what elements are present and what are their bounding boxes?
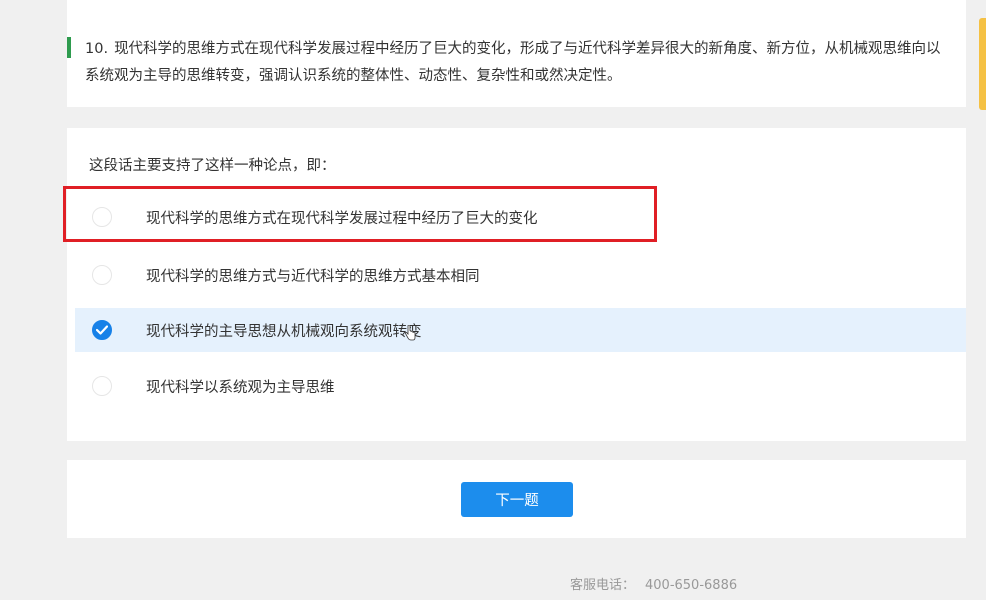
footer-contact: 客服电话： 400-650-6886 bbox=[570, 574, 737, 593]
question-accent-bar bbox=[67, 37, 71, 58]
radio-checked-icon[interactable] bbox=[92, 320, 112, 340]
radio-unchecked-icon[interactable] bbox=[92, 376, 112, 396]
option-label: 现代科学的主导思想从机械观向系统观转变 bbox=[146, 323, 422, 340]
radio-unchecked-icon[interactable] bbox=[92, 207, 112, 227]
question-text-block: 10. 现代科学的思维方式在现代科学发展过程中经历了巨大的变化，形成了与近代科学差… bbox=[85, 36, 955, 90]
mouse-cursor-icon bbox=[404, 325, 416, 341]
footer-phone: 400-650-6886 bbox=[645, 578, 738, 593]
option-b[interactable]: 现代科学的思维方式与近代科学的思维方式基本相同 bbox=[75, 253, 966, 297]
footer-label: 客服电话： bbox=[570, 578, 636, 593]
option-label: 现代科学以系统观为主导思维 bbox=[146, 379, 335, 396]
question-text: 现代科学的思维方式在现代科学发展过程中经历了巨大的变化，形成了与近代科学差异很大… bbox=[85, 41, 941, 84]
next-button-card: 下一题 bbox=[67, 460, 966, 538]
next-question-button[interactable]: 下一题 bbox=[461, 482, 573, 517]
question-prompt: 这段话主要支持了这样一种论点，即： bbox=[89, 158, 336, 174]
question-card: 10. 现代科学的思维方式在现代科学发展过程中经历了巨大的变化，形成了与近代科学差… bbox=[67, 0, 966, 107]
side-tab-strip[interactable] bbox=[979, 18, 986, 110]
checkmark-icon bbox=[96, 325, 108, 335]
option-a[interactable]: 现代科学的思维方式在现代科学发展过程中经历了巨大的变化 bbox=[75, 195, 966, 239]
option-label: 现代科学的思维方式与近代科学的思维方式基本相同 bbox=[146, 268, 480, 285]
question-number: 10. bbox=[85, 41, 109, 57]
radio-unchecked-icon[interactable] bbox=[92, 265, 112, 285]
option-c[interactable]: 现代科学的主导思想从机械观向系统观转变 bbox=[75, 308, 966, 352]
options-card: 这段话主要支持了这样一种论点，即： 现代科学的思维方式在现代科学发展过程中经历了… bbox=[67, 128, 966, 441]
option-label: 现代科学的思维方式在现代科学发展过程中经历了巨大的变化 bbox=[146, 210, 538, 227]
option-d[interactable]: 现代科学以系统观为主导思维 bbox=[75, 364, 966, 408]
